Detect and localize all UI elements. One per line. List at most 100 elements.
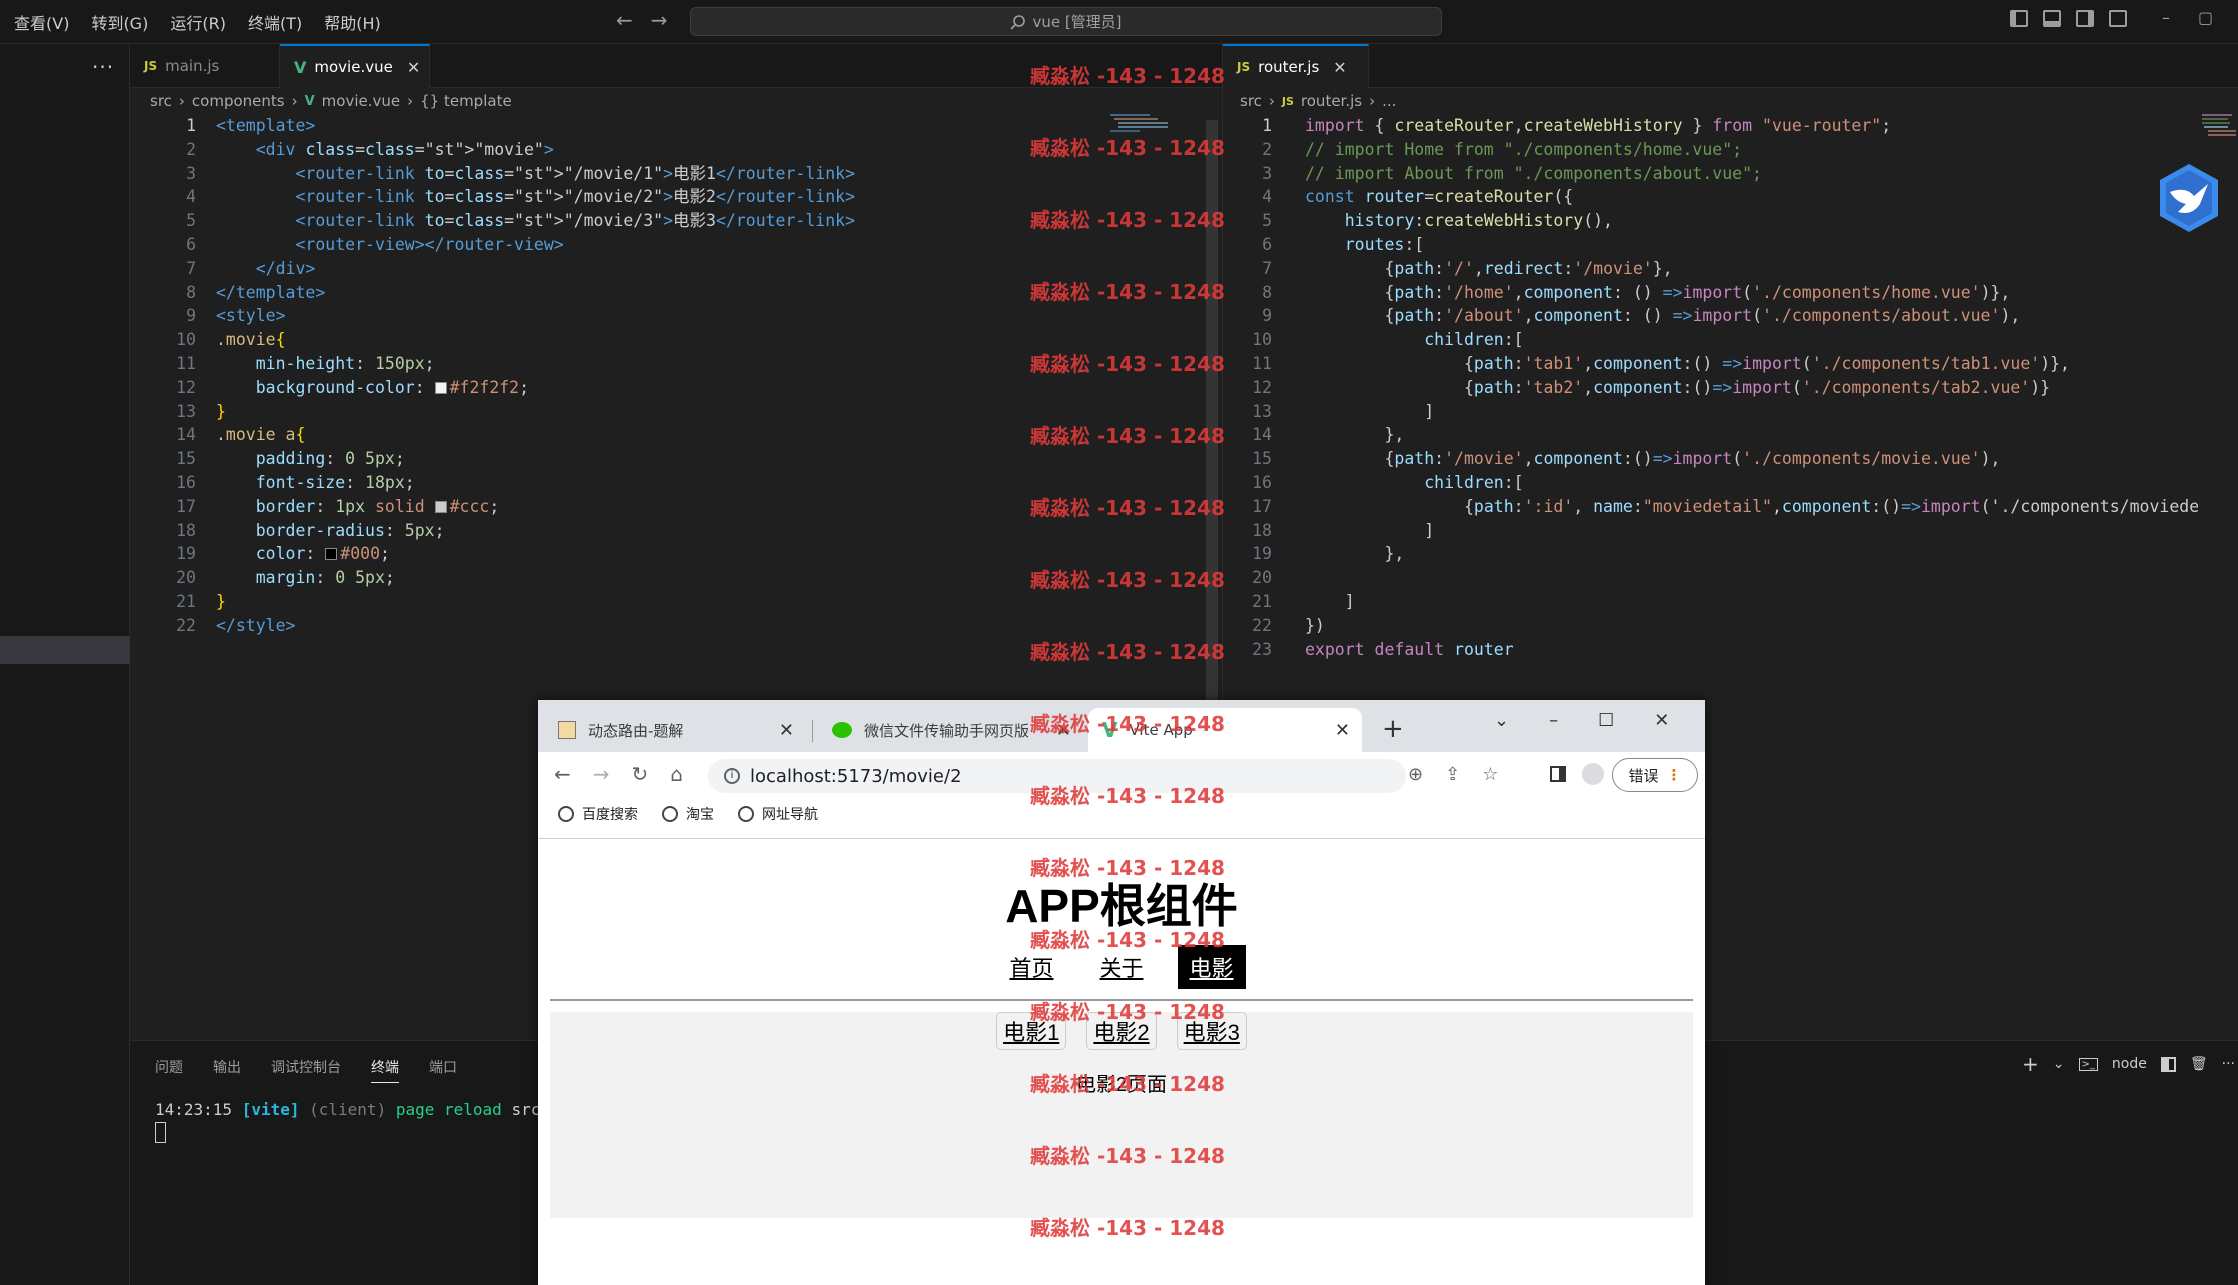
- code-area-router-js[interactable]: import { createRouter,createWebHistory }…: [1305, 114, 2198, 661]
- breadcrumb-item[interactable]: {} template: [420, 92, 512, 110]
- tab-router-js[interactable]: JS router.js ✕: [1223, 44, 1369, 88]
- watermark: 臧淼松 -143 - 1248: [1030, 928, 1225, 952]
- bird-assistant-icon[interactable]: [2156, 162, 2222, 234]
- terminal-icon: >_: [2078, 1057, 2098, 1071]
- command-center[interactable]: vue [管理员]: [690, 7, 1442, 36]
- share-icon[interactable]: ⇪: [1445, 764, 1460, 785]
- browser-tab-dynamic-route[interactable]: 动态路由-题解 ✕: [544, 708, 806, 752]
- profile-avatar-icon[interactable]: [1582, 763, 1604, 785]
- back-arrow-icon[interactable]: ←: [616, 8, 633, 32]
- code-line: }: [216, 591, 226, 611]
- panel-tab-terminal[interactable]: 终端: [371, 1057, 399, 1083]
- code-line: <div class=class="st">"movie">: [255, 139, 554, 159]
- home-icon[interactable]: ⌂: [670, 762, 683, 786]
- toggle-panel-icon[interactable]: [2043, 10, 2061, 27]
- tab-search-chevron-icon[interactable]: ⌄: [1494, 710, 1509, 731]
- minimize-icon[interactable]: –: [2162, 8, 2170, 27]
- panel-tab-ports[interactable]: 端口: [429, 1057, 457, 1083]
- line-number: 5: [186, 211, 196, 231]
- menu-view[interactable]: 查看(V): [14, 10, 69, 34]
- new-terminal-icon[interactable]: +: [2022, 1052, 2039, 1076]
- menu-help[interactable]: 帮助(H): [324, 10, 381, 34]
- split-terminal-icon[interactable]: [2160, 1056, 2176, 1072]
- bookmark-star-icon[interactable]: ☆: [1482, 764, 1498, 785]
- line-number: 11: [176, 353, 196, 373]
- line-number: 20: [176, 568, 196, 588]
- close-icon[interactable]: ✕: [407, 58, 420, 77]
- panel-tabs: 问题 输出 调试控制台 终端 端口: [155, 1057, 457, 1083]
- sidebar-selected-row[interactable]: [0, 636, 130, 664]
- maximize-icon[interactable]: ☐: [1598, 710, 1614, 731]
- line-number: 17: [1252, 496, 1272, 516]
- line-number: 19: [1252, 544, 1272, 564]
- maximize-icon[interactable]: ▢: [2198, 8, 2213, 27]
- bookmark-nav[interactable]: 网址导航: [738, 804, 818, 824]
- line-number: 14: [1252, 425, 1272, 445]
- panel-tab-output[interactable]: 输出: [213, 1057, 241, 1083]
- history-nav: ← →: [616, 8, 668, 32]
- more-actions-icon[interactable]: ···: [2222, 1056, 2235, 1072]
- tab-movie-vue[interactable]: V movie.vue ✕: [280, 44, 430, 88]
- code-line: </style>: [216, 615, 296, 635]
- line-number: 13: [176, 401, 196, 421]
- line-number: 9: [186, 306, 196, 326]
- toolbar-divider: [538, 838, 1705, 839]
- breadcrumb-item[interactable]: src: [1240, 92, 1262, 110]
- more-actions-icon[interactable]: ···: [92, 55, 114, 79]
- close-icon[interactable]: ✕: [1654, 710, 1669, 731]
- minimap[interactable]: [2200, 112, 2236, 152]
- panel-tab-debug-console[interactable]: 调试控制台: [271, 1057, 341, 1083]
- toggle-secondary-sidebar-icon[interactable]: [2076, 10, 2094, 27]
- site-info-icon[interactable]: i: [724, 768, 740, 784]
- minimize-icon[interactable]: –: [1549, 710, 1558, 731]
- code-line: <router-link to=class="st">"/movie/1">电影…: [295, 163, 856, 183]
- line-number: 2: [1262, 139, 1272, 159]
- code-line: margin: 0 5px;: [255, 568, 395, 588]
- toggle-primary-sidebar-icon[interactable]: [2010, 10, 2028, 27]
- line-number: 7: [186, 258, 196, 278]
- code-line: {path:'tab2',component:()=>import('./com…: [1305, 377, 2051, 397]
- breadcrumb-item[interactable]: movie.vue: [322, 92, 400, 110]
- close-icon[interactable]: ✕: [1335, 720, 1350, 741]
- code-line: <router-link to=class="st">"/movie/2">电影…: [295, 187, 856, 207]
- address-bar-actions: ⊕ ⇪ ☆: [1408, 764, 1498, 785]
- globe-icon: [738, 806, 754, 822]
- breadcrumb-item[interactable]: components: [192, 92, 285, 110]
- back-arrow-icon[interactable]: ←: [554, 762, 571, 786]
- zoom-icon[interactable]: ⊕: [1408, 764, 1423, 785]
- close-icon[interactable]: ✕: [779, 720, 794, 741]
- error-button[interactable]: 错误 ⋮: [1612, 758, 1698, 792]
- menu-run[interactable]: 运行(R): [170, 10, 226, 34]
- reload-icon[interactable]: ↻: [632, 762, 649, 786]
- menu-goto[interactable]: 转到(G): [91, 10, 148, 34]
- code-line: {path:'/about',component: () =>import('.…: [1305, 306, 2021, 326]
- code-area-movie-vue[interactable]: <template> <div class=class="st">"movie"…: [216, 114, 855, 638]
- line-number: 22: [176, 615, 196, 635]
- trash-icon[interactable]: 🗑: [2190, 1056, 2208, 1072]
- customize-layout-icon[interactable]: [2109, 10, 2127, 27]
- watermark: 臧淼松 -143 - 1248: [1030, 568, 1225, 592]
- forward-arrow-icon[interactable]: →: [651, 8, 668, 32]
- breadcrumb-item[interactable]: src: [150, 92, 172, 110]
- terminal-profile-label[interactable]: node: [2112, 1056, 2147, 1072]
- watermark: 臧淼松 -143 - 1248: [1030, 856, 1225, 880]
- breadcrumb-item[interactable]: ...: [1382, 92, 1396, 110]
- watermark: 臧淼松 -143 - 1248: [1030, 640, 1225, 664]
- panel-tab-problems[interactable]: 问题: [155, 1057, 183, 1083]
- error-label: 错误: [1628, 766, 1659, 785]
- chevron-right-icon: ›: [407, 92, 414, 110]
- new-tab-icon[interactable]: +: [1382, 714, 1404, 744]
- bookmark-taobao[interactable]: 淘宝: [662, 804, 714, 824]
- panel-toolbar: + ⌄ >_ node 🗑 ···: [2022, 1052, 2235, 1076]
- forward-arrow-icon[interactable]: →: [593, 762, 610, 786]
- menu-terminal[interactable]: 终端(T): [248, 10, 302, 34]
- chevron-down-icon[interactable]: ⌄: [2053, 1056, 2065, 1072]
- bookmark-baidu[interactable]: 百度搜索: [558, 804, 638, 824]
- close-icon[interactable]: ✕: [1333, 58, 1346, 77]
- line-number: 2: [186, 139, 196, 159]
- bookmark-label: 淘宝: [686, 807, 714, 823]
- tab-main-js[interactable]: JS main.js: [130, 44, 280, 88]
- side-panel-icon[interactable]: [1550, 766, 1566, 782]
- breadcrumb-item[interactable]: router.js: [1301, 92, 1362, 110]
